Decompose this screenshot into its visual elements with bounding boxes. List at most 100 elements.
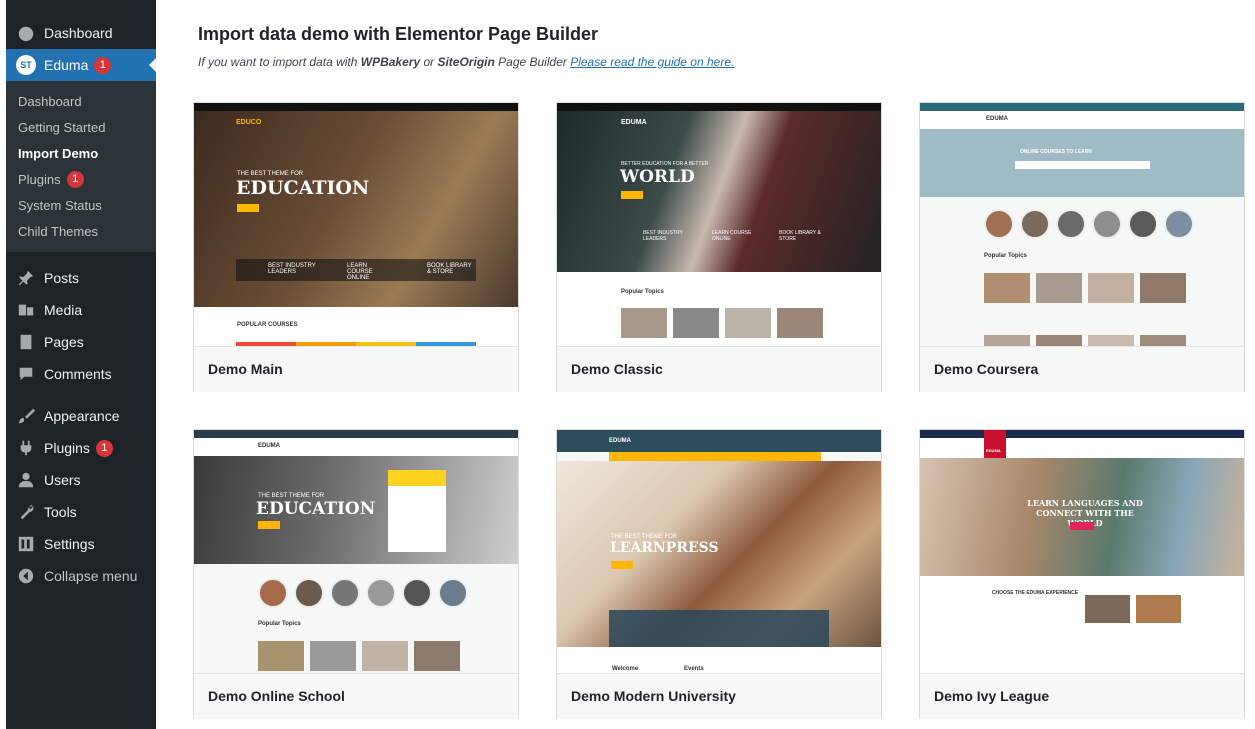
menu-pages[interactable]: Pages bbox=[6, 326, 156, 358]
dashboard-icon bbox=[16, 23, 36, 43]
demo-ivy-league-section: CHOOSE THE EDUMA EXPERIENCE bbox=[991, 590, 1079, 596]
demo-classic-feature-3: BOOK LIBRARY & STORE bbox=[779, 230, 821, 242]
menu-plugins-label: Plugins bbox=[44, 440, 90, 456]
main-content: Import data demo with Elementor Page Bui… bbox=[156, 0, 1255, 729]
pages-icon bbox=[16, 332, 36, 352]
plugins-update-badge: 1 bbox=[95, 439, 113, 457]
subtitle-wpbakery: WPBakery bbox=[360, 55, 421, 69]
demo-card-coursera[interactable]: EDUMA ONLINE COURSES TO LEARN Popular To… bbox=[919, 102, 1245, 392]
eduma-submenu: Dashboard Getting Started Import Demo Pl… bbox=[6, 81, 156, 252]
demo-card-ivy-league[interactable]: EDUMA LEARN LANGUAGES AND CONNECT WITH T… bbox=[919, 429, 1245, 719]
menu-eduma-label: Eduma bbox=[44, 57, 89, 73]
submenu-dashboard[interactable]: Dashboard bbox=[6, 88, 156, 114]
submenu-child-themes[interactable]: Child Themes bbox=[6, 218, 156, 244]
subtitle-mid: or bbox=[420, 55, 438, 69]
menu-settings[interactable]: Settings bbox=[6, 528, 156, 560]
collapse-arrow-icon bbox=[16, 566, 36, 586]
demo-card-classic[interactable]: EDUMA BETTER EDUCATION FOR A BETTER WORL… bbox=[556, 102, 882, 392]
page-subtitle: If you want to import data with WPBakery… bbox=[198, 55, 734, 69]
submenu-plugins-label: Plugins bbox=[18, 171, 61, 187]
eduma-logo-icon: ST bbox=[16, 55, 36, 75]
demo-thumbnail-modern-university: EDUMA THE BEST THEME FOR LEARNPRESS Welc… bbox=[557, 430, 881, 673]
subtitle-after: Page Builder bbox=[494, 55, 571, 69]
menu-comments-label: Comments bbox=[44, 366, 112, 382]
demo-main-feature-2: LEARN COURSE ONLINE bbox=[347, 263, 373, 281]
demo-title-online-school: Demo Online School bbox=[208, 688, 345, 704]
demo-classic-feature-1: BEST INDUSTRY LEADERS bbox=[643, 230, 683, 242]
collapse-menu-button[interactable]: Collapse menu bbox=[6, 560, 156, 592]
submenu-plugins[interactable]: Plugins 1 bbox=[6, 166, 156, 192]
demo-main-feature-1: BEST INDUSTRY LEADERS bbox=[268, 263, 316, 275]
submenu-getting-started[interactable]: Getting Started bbox=[6, 114, 156, 140]
menu-comments[interactable]: Comments bbox=[6, 358, 156, 390]
menu-eduma[interactable]: ST Eduma 1 bbox=[6, 49, 156, 81]
demo-card-main[interactable]: EDUCO THE BEST THEME FOR EDUCATION BEST … bbox=[193, 102, 519, 392]
menu-media[interactable]: Media bbox=[6, 294, 156, 326]
menu-settings-label: Settings bbox=[44, 536, 95, 552]
pin-icon bbox=[16, 268, 36, 288]
menu-dashboard-label: Dashboard bbox=[44, 25, 113, 41]
demo-card-modern-university[interactable]: EDUMA THE BEST THEME FOR LEARNPRESS Welc… bbox=[556, 429, 882, 719]
demo-title-classic: Demo Classic bbox=[571, 361, 663, 377]
demo-card-online-school[interactable]: EDUMA THE BEST THEME FOR EDUCATION Popul… bbox=[193, 429, 519, 719]
menu-users-label: Users bbox=[44, 472, 81, 488]
menu-media-label: Media bbox=[44, 302, 83, 318]
demo-classic-feature-2: LEARN COURSE ONLINE bbox=[712, 230, 752, 242]
demo-thumbnail-ivy-league: EDUMA LEARN LANGUAGES AND CONNECT WITH T… bbox=[920, 430, 1244, 673]
demo-online-school-hero: EDUCATION bbox=[256, 499, 376, 519]
demo-main-hero: EDUCATION bbox=[236, 177, 370, 199]
admin-sidebar: Dashboard ST Eduma 1 Dashboard Getting S… bbox=[6, 0, 156, 729]
demo-classic-section: Popular Topics bbox=[621, 289, 664, 295]
demo-coursera-section: Popular Topics bbox=[984, 253, 1027, 259]
demo-ivy-league-logo: EDUMA bbox=[986, 448, 1001, 453]
demo-main-section: POPULAR COURSES bbox=[237, 322, 298, 328]
submenu-import-demo[interactable]: Import Demo bbox=[6, 140, 156, 166]
demo-main-logo: EDUCO bbox=[236, 119, 262, 126]
media-icon bbox=[16, 300, 36, 320]
demo-title-ivy-league: Demo Ivy League bbox=[934, 688, 1050, 704]
demo-modern-university-section-2: Events bbox=[684, 666, 704, 672]
demo-online-school-logo: EDUMA bbox=[258, 443, 280, 449]
wrench-icon bbox=[16, 502, 36, 522]
demo-classic-hero: WORLD bbox=[620, 167, 695, 187]
demo-title-coursera: Demo Coursera bbox=[934, 361, 1039, 377]
demo-coursera-logo: EDUMA bbox=[986, 116, 1008, 122]
user-icon bbox=[16, 470, 36, 490]
demo-thumbnail-main: EDUCO THE BEST THEME FOR EDUCATION BEST … bbox=[194, 103, 518, 346]
demo-main-feature-3: BOOK LIBRARY & STORE bbox=[427, 263, 472, 275]
collapse-menu-label: Collapse menu bbox=[44, 568, 138, 584]
demo-title-main: Demo Main bbox=[208, 361, 283, 377]
demo-online-school-section: Popular Topics bbox=[258, 621, 301, 627]
demo-thumbnail-classic: EDUMA BETTER EDUCATION FOR A BETTER WORL… bbox=[557, 103, 881, 346]
menu-posts[interactable]: Posts bbox=[6, 262, 156, 294]
menu-users[interactable]: Users bbox=[6, 464, 156, 496]
demo-title-modern-university: Demo Modern University bbox=[571, 688, 736, 704]
demo-thumbnail-coursera: EDUMA ONLINE COURSES TO LEARN Popular To… bbox=[920, 103, 1244, 346]
submenu-system-status[interactable]: System Status bbox=[6, 192, 156, 218]
settings-icon bbox=[16, 534, 36, 554]
menu-tools[interactable]: Tools bbox=[6, 496, 156, 528]
demo-coursera-hero: ONLINE COURSES TO LEARN bbox=[1020, 149, 1092, 155]
menu-dashboard[interactable]: Dashboard bbox=[6, 17, 156, 49]
menu-tools-label: Tools bbox=[44, 504, 77, 520]
menu-posts-label: Posts bbox=[44, 270, 80, 286]
demo-modern-university-hero: LEARNPRESS bbox=[610, 540, 719, 556]
submenu-plugins-badge: 1 bbox=[66, 170, 84, 188]
comment-icon bbox=[16, 364, 36, 384]
demo-modern-university-logo: EDUMA bbox=[609, 438, 631, 444]
menu-plugins[interactable]: Plugins 1 bbox=[6, 432, 156, 464]
eduma-update-badge: 1 bbox=[94, 56, 112, 74]
menu-pages-label: Pages bbox=[44, 334, 84, 350]
demo-thumbnail-online-school: EDUMA THE BEST THEME FOR EDUCATION Popul… bbox=[194, 430, 518, 673]
demo-classic-logo: EDUMA bbox=[621, 119, 647, 126]
subtitle-prefix: If you want to import data with bbox=[198, 55, 361, 69]
menu-appearance[interactable]: Appearance bbox=[6, 400, 156, 432]
demo-modern-university-section: Welcome bbox=[612, 666, 639, 672]
active-menu-arrow bbox=[149, 58, 156, 72]
plug-icon bbox=[16, 438, 36, 458]
page-title: Import data demo with Elementor Page Bui… bbox=[198, 24, 599, 44]
guide-link[interactable]: Please read the guide on here. bbox=[570, 55, 734, 69]
subtitle-siteorigin: SiteOrigin bbox=[437, 55, 495, 69]
menu-appearance-label: Appearance bbox=[44, 408, 120, 424]
paintbrush-icon bbox=[16, 406, 36, 426]
